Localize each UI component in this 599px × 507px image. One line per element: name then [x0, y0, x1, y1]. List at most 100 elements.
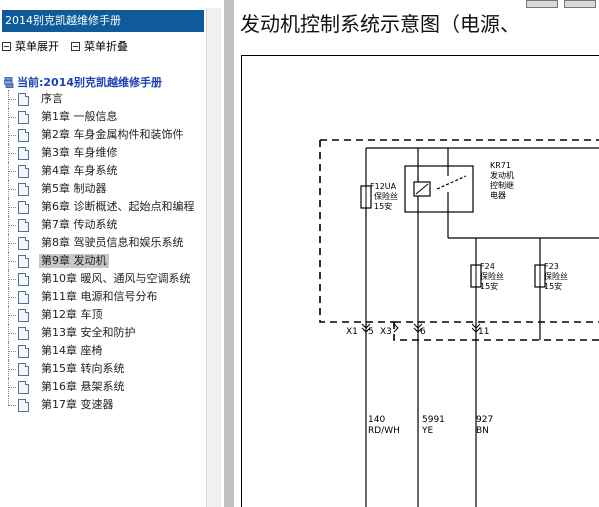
sidebar-scrollbar[interactable] — [206, 8, 221, 507]
tree-connector — [8, 324, 18, 342]
wire-color-bn: BN — [476, 426, 489, 436]
document-icon — [18, 381, 29, 394]
tree-item-label: 第14章 座椅 — [41, 344, 103, 357]
wire-color-ye: YE — [421, 426, 433, 436]
tree-connector — [8, 378, 18, 396]
fuse-f12ua-rating: 15安 — [374, 201, 392, 211]
tree-connector — [8, 288, 18, 306]
tree-connector — [8, 180, 18, 198]
document-icon — [18, 237, 29, 250]
document-icon — [18, 309, 29, 322]
tree-connector — [8, 306, 18, 324]
tree-connector — [8, 162, 18, 180]
module-boundary — [319, 139, 599, 341]
tree-item[interactable]: 第5章 制动器 — [8, 180, 218, 198]
tree-item[interactable]: 第12章 车顶 — [8, 306, 218, 324]
tree-item-label: 第16章 悬架系统 — [41, 380, 125, 393]
collapse-box-icon — [2, 41, 11, 51]
connector-pin-11: 11 — [478, 327, 489, 337]
tree-item[interactable]: 第3章 车身维修 — [8, 144, 218, 162]
tree-item-label: 序言 — [41, 92, 63, 105]
tree-item-label: 第5章 制动器 — [41, 182, 107, 195]
tree-item-label: 第2章 车身金属构件和装饰件 — [41, 128, 184, 141]
tree-item[interactable]: 第10章 暖风、通风与空调系统 — [8, 270, 218, 288]
document-icon — [18, 111, 29, 124]
tree-item[interactable]: 第1章 一般信息 — [8, 108, 218, 126]
tree-connector — [8, 90, 18, 108]
document-icon — [18, 93, 29, 106]
tree-connector — [8, 270, 18, 288]
tree-item-label: 第12章 车顶 — [41, 308, 103, 321]
tree-item[interactable]: 第8章 驾驶员信息和娱乐系统 — [8, 234, 218, 252]
tree-item-label: 第10章 暖风、通风与空调系统 — [41, 272, 191, 285]
sidebar: 2014别克凯越维修手册 菜单展开 菜单折叠 当前:2014别克凯越维修手册 序… — [0, 0, 225, 507]
document-icon — [18, 129, 29, 142]
relay-kr71 — [404, 165, 474, 213]
document-icon — [18, 399, 29, 412]
fuse-f24-id: F24 — [480, 262, 495, 271]
tree-connector — [8, 342, 18, 360]
connector-pin-6: 6 — [420, 327, 426, 337]
tree-item[interactable]: 第4章 车身系统 — [8, 162, 218, 180]
tree-item[interactable]: 第6章 诊断概述、起始点和编程 — [8, 198, 218, 216]
expand-menu-label: 菜单展开 — [15, 40, 59, 53]
connector-x3: X3 — [380, 327, 392, 337]
document-icon — [18, 363, 29, 376]
chapter-tree: 序言第1章 一般信息第2章 车身金属构件和装饰件 第3章 车身维修第4章 车身系统… — [8, 90, 218, 414]
tree-item-label: 第7章 传动系统 — [41, 218, 118, 231]
tree-item-label: 第9章 发动机 — [39, 254, 109, 268]
tree-connector — [8, 234, 18, 252]
tree-item-label: 第8章 驾驶员信息和娱乐系统 — [41, 236, 184, 249]
tree-item-label: 第11章 电源和信号分布 — [41, 290, 158, 303]
relay-name-1: 发动机 — [490, 170, 514, 180]
tree-item-label: 第17章 变速器 — [41, 398, 114, 411]
tree-connector — [8, 144, 18, 162]
tree-item-label: 第13章 安全和防护 — [41, 326, 136, 339]
tree-item-label: 第15章 转向系统 — [41, 362, 125, 375]
tree-connector — [8, 198, 18, 216]
fuse-f12ua-id: F12UA — [370, 182, 397, 191]
tree-connector — [8, 216, 18, 234]
fuse-f24-label: 保险丝 — [480, 271, 504, 281]
tree-item[interactable]: 第14章 座椅 — [8, 342, 218, 360]
document-icon — [18, 201, 29, 214]
fuse-f23-label: 保险丝 — [544, 271, 568, 281]
tree-connector — [8, 360, 18, 378]
tree-item[interactable]: 第2章 车身金属构件和装饰件 — [8, 126, 218, 144]
tree-connector — [8, 126, 18, 144]
tree-item[interactable]: 第7章 传动系统 — [8, 216, 218, 234]
menu-ops: 菜单展开 菜单折叠 — [2, 38, 128, 54]
tree-connector — [8, 396, 18, 414]
fuse-f23-id: F23 — [544, 262, 559, 271]
book-stack-icon — [4, 76, 14, 88]
wire-circuit-5991: 5991 — [422, 415, 445, 425]
document-icon — [18, 147, 29, 160]
tree-item[interactable]: 第16章 悬架系统 — [8, 378, 218, 396]
collapse-menu-button[interactable]: 菜单折叠 — [71, 38, 128, 54]
tree-item[interactable]: 序言 — [8, 90, 218, 108]
relay-name-3: 电器 — [490, 190, 506, 200]
collapse-box-icon — [71, 41, 80, 51]
tree-root-label: 当前:2014别克凯越维修手册 — [17, 76, 163, 89]
connector-x1: X1 — [346, 327, 358, 337]
expand-menu-button[interactable]: 菜单展开 — [2, 38, 59, 54]
manual-title: 2014别克凯越维修手册 — [2, 10, 204, 32]
tree-item[interactable]: 第9章 发动机 — [8, 252, 218, 270]
wire-circuit-927: 927 — [476, 415, 493, 425]
tree-item-label: 第3章 车身维修 — [41, 146, 118, 159]
wire-circuit-140: 140 — [368, 415, 385, 425]
tree-item[interactable]: 第13章 安全和防护 — [8, 324, 218, 342]
relay-name-2: 控制继 — [490, 180, 514, 190]
fuse-f24-rating: 15安 — [480, 281, 498, 291]
tree-item[interactable]: 第17章 变速器 — [8, 396, 218, 414]
relay-id: KR71 — [490, 161, 511, 170]
document-icon — [18, 165, 29, 178]
tree-root[interactable]: 当前:2014别克凯越维修手册 — [4, 74, 162, 90]
document-icon — [18, 345, 29, 358]
connector-x1-pin: 5 — [368, 327, 374, 337]
wiring-diagram: F12UA 保险丝 15安 KR71 发动机 控制继 电器 F24 保险丝 15… — [319, 139, 599, 507]
document-pane: 发动机控制系统示意图（电源、 F12UA 保险丝 15安 KR71 发动机 控制… — [234, 0, 599, 507]
tree-item[interactable]: 第11章 电源和信号分布 — [8, 288, 218, 306]
document-icon — [18, 183, 29, 196]
tree-item[interactable]: 第15章 转向系统 — [8, 360, 218, 378]
